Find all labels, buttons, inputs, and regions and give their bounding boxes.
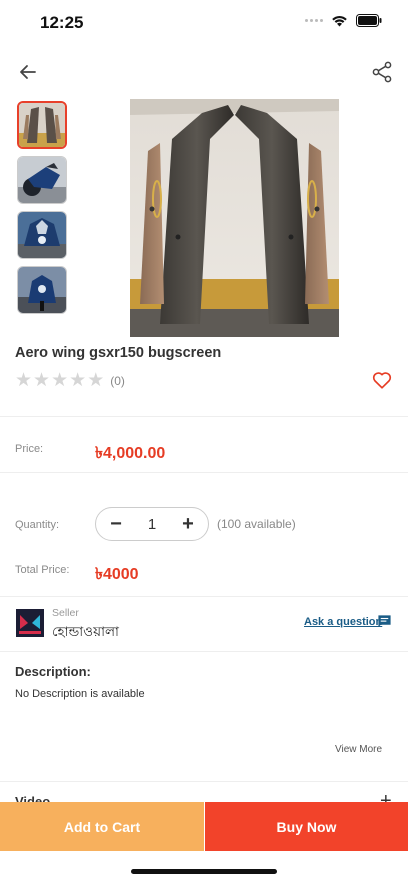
divider: [0, 596, 408, 597]
rating: ★ ★ ★ ★ ★ (0): [15, 371, 125, 390]
total-price-label: Total Price:: [15, 564, 70, 576]
star-icon: ★: [15, 370, 33, 391]
price-value: ৳4,000.00: [95, 445, 166, 462]
share-icon[interactable]: [370, 60, 394, 84]
signal-icon: [305, 19, 323, 22]
status-bar: 12:25: [0, 0, 408, 48]
add-to-cart-button[interactable]: Add to Cart: [0, 802, 204, 851]
status-time: 12:25: [40, 13, 84, 32]
buy-now-button[interactable]: Buy Now: [204, 802, 408, 851]
top-nav: [0, 56, 408, 90]
star-icon: ★: [87, 370, 105, 391]
price-label: Price:: [15, 443, 44, 455]
rating-count: (0): [110, 373, 125, 388]
quantity-value[interactable]: 1: [148, 516, 156, 533]
thumbnail-1[interactable]: [17, 101, 67, 149]
available-count: (100 available): [217, 517, 296, 531]
thumbnail-2[interactable]: [17, 156, 67, 204]
product-title: Aero wing gsxr150 bugscreen: [15, 345, 222, 361]
thumbnail-list: [17, 101, 67, 321]
divider: [0, 651, 408, 652]
divider: [0, 781, 408, 782]
star-icon: ★: [69, 370, 87, 391]
decrease-button[interactable]: −: [108, 514, 124, 534]
heart-icon[interactable]: [371, 369, 393, 391]
thumbnail-4[interactable]: [17, 266, 67, 314]
description-text: No Description is available: [15, 688, 145, 700]
star-rating: ★ ★ ★ ★ ★: [15, 371, 104, 390]
total-price-value: ৳4000: [95, 566, 139, 583]
seller-label: Seller: [52, 607, 79, 619]
star-icon: ★: [51, 370, 69, 391]
bottom-action-bar: Add to Cart Buy Now: [0, 802, 408, 851]
divider: [0, 416, 408, 417]
view-more-link[interactable]: View More: [335, 744, 382, 755]
star-icon: ★: [33, 370, 51, 391]
quantity-label: Quantity:: [15, 519, 60, 531]
seller-name[interactable]: হোন্ডাওয়ালা: [52, 621, 119, 644]
increase-button[interactable]: +: [180, 514, 196, 534]
description-title: Description:: [15, 664, 91, 679]
wifi-icon: [332, 15, 347, 26]
chat-icon[interactable]: [377, 614, 392, 629]
thumbnail-3[interactable]: [17, 211, 67, 259]
ask-question-link[interactable]: Ask a question: [304, 616, 382, 628]
quantity-stepper: − 1 +: [95, 507, 209, 541]
home-indicator[interactable]: [131, 869, 277, 874]
seller-logo[interactable]: [16, 609, 44, 637]
back-arrow-icon[interactable]: [16, 60, 40, 84]
product-main-image[interactable]: [130, 99, 339, 337]
battery-icon: [356, 14, 382, 27]
divider: [0, 472, 408, 473]
status-icons: [305, 14, 382, 27]
